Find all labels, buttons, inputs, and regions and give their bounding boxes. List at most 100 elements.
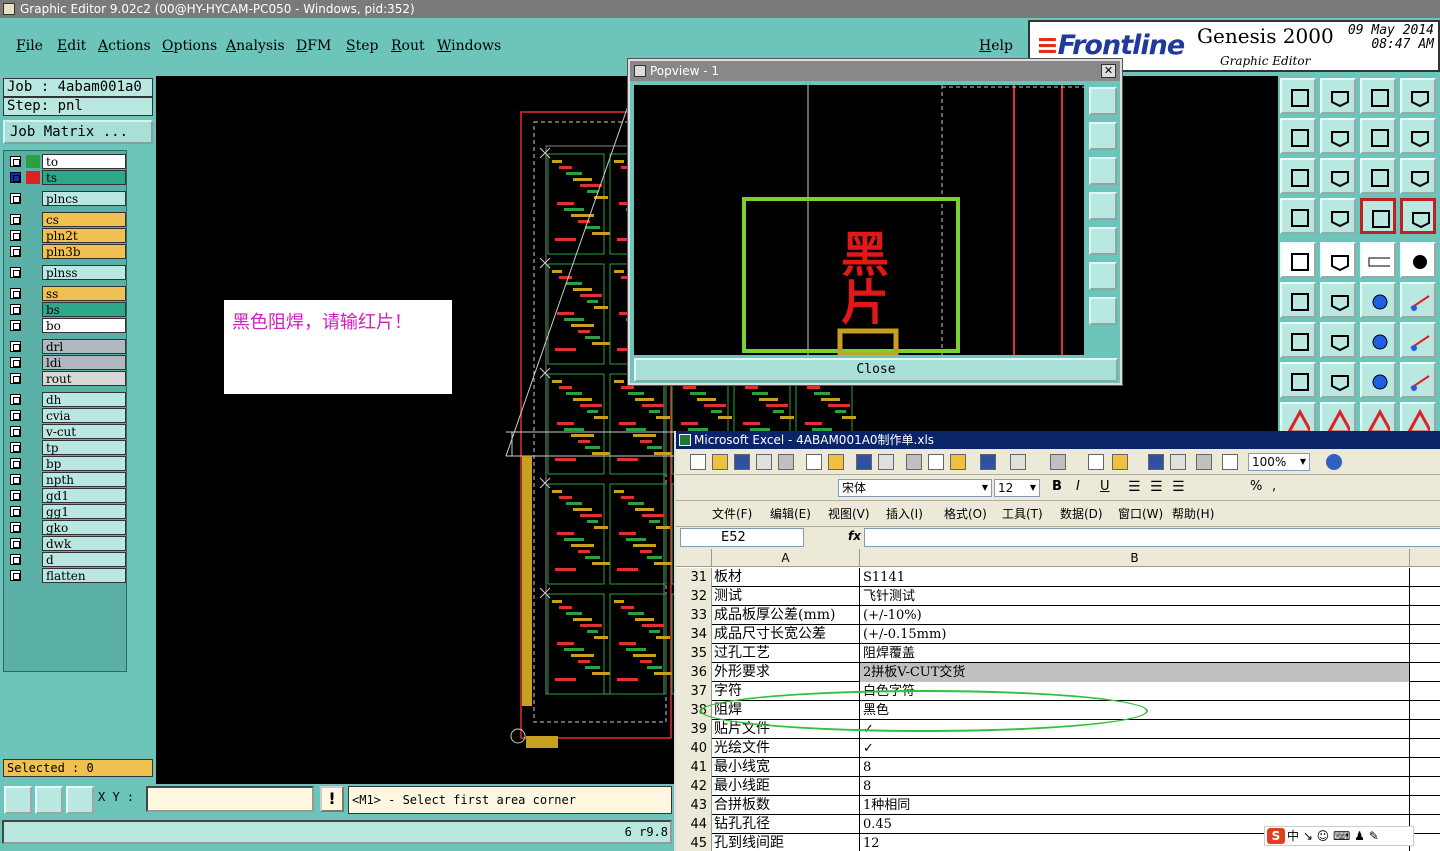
mirror-f-icon[interactable] [1400,322,1436,358]
open-step-icon[interactable] [1280,78,1316,114]
menu-windows[interactable]: Windows [437,38,501,54]
cell-a[interactable]: 成品板厚公差(mm) [712,606,860,625]
zoom-select[interactable]: 100% ▼ [1248,453,1310,471]
cell-b[interactable]: ✓ [860,739,1410,758]
cell-a[interactable]: 板材 [712,568,860,587]
menu-dfm[interactable]: DFM [296,38,331,54]
zoom-box-icon[interactable] [4,786,32,814]
column-header-a[interactable]: A [712,549,860,567]
cell-a[interactable]: 成品尺寸长宽公差 [712,625,860,644]
layer-name[interactable]: plncs [42,191,126,206]
fit-icon[interactable] [1280,158,1316,194]
ruler-icon[interactable] [1360,242,1396,278]
cell-a[interactable]: 最小线宽 [712,758,860,777]
cell-b[interactable]: 8 [860,758,1410,777]
cell-b[interactable]: (+/-10%) [860,606,1410,625]
row-number[interactable]: 35 [676,644,712,663]
research-icon[interactable] [878,454,894,470]
name-box[interactable]: E52 [680,528,804,547]
xy-input[interactable] [146,786,314,812]
menu-rout[interactable]: Rout [391,38,425,54]
select-all-corner[interactable] [676,549,712,567]
layer-checkbox[interactable] [10,442,21,453]
menu-options[interactable]: Options [162,38,217,54]
open-icon[interactable] [712,454,728,470]
cell-a[interactable]: 最小线距 [712,777,860,796]
pan-left-icon[interactable] [1280,118,1316,154]
layer-row-9[interactable]: bo [6,318,126,333]
vector2-icon[interactable] [1400,282,1436,318]
layer-row-1[interactable]: ts [6,170,126,185]
layer-name[interactable]: plnss [42,265,126,280]
autosum-icon[interactable] [1112,454,1128,470]
layer-row-12[interactable]: rout [6,371,126,386]
pv-zoom-in-icon[interactable] [1089,262,1117,290]
excel-menu-5[interactable]: 工具(T) [1002,505,1043,522]
move-icon[interactable] [1320,158,1356,194]
excel-menu-8[interactable]: 帮助(H) [1172,505,1214,522]
layer-name[interactable]: ts [42,170,126,185]
permission-icon[interactable] [756,454,772,470]
pv-pan-up-icon[interactable] [1089,122,1117,150]
align-right-icon[interactable]: ☰ [1172,479,1185,495]
zoom-1to1-icon[interactable] [1360,158,1396,194]
dim-icon[interactable] [1360,362,1396,398]
layer-name[interactable]: gko [42,520,126,535]
layer-name[interactable]: bp [42,456,126,471]
layer-checkbox[interactable] [10,506,21,517]
row-number[interactable]: 45 [676,834,712,851]
hyperlink-icon[interactable] [1088,454,1104,470]
pv-zoom-out-icon[interactable] [1089,297,1117,325]
row-number[interactable]: 43 [676,796,712,815]
layer-name[interactable]: pln3b [42,244,126,259]
layer-checkbox[interactable] [10,458,21,469]
row-number[interactable]: 37 [676,682,712,701]
layer-row-7[interactable]: ss [6,286,126,301]
menu-actions[interactable]: Actions [98,38,151,54]
layer-name[interactable]: bo [42,318,126,333]
layer-row-24[interactable]: flatten [6,568,126,583]
bold-button[interactable]: B [1052,479,1062,494]
rotate-icon[interactable] [1400,118,1436,154]
chart-wizard-icon[interactable] [1196,454,1212,470]
layer-row-4[interactable]: pln2t [6,228,126,243]
layer-name[interactable]: drl [42,339,126,354]
row-number[interactable]: 41 [676,758,712,777]
layer-row-13[interactable]: dh [6,392,126,407]
minus-icon[interactable] [1320,362,1356,398]
layer-row-23[interactable]: d [6,552,126,567]
pv-pan-right-icon[interactable] [1089,227,1117,255]
spelling-icon[interactable] [856,454,872,470]
pv-pan-down-icon[interactable] [1089,157,1117,185]
pv-pan-left-icon[interactable] [1089,192,1117,220]
popview-canvas[interactable]: 黑片 [634,85,1084,355]
layer-row-20[interactable]: gg1 [6,504,126,519]
line-angle-icon[interactable] [1320,242,1356,278]
layer-row-11[interactable]: ldi [6,355,126,370]
layer-checkbox[interactable] [10,320,21,331]
layer-row-22[interactable]: dwk [6,536,126,551]
layer-name[interactable]: cs [42,212,126,227]
layer-checkbox[interactable] [10,288,21,299]
layer-checkbox[interactable] [10,267,21,278]
layer-name[interactable]: tp [42,440,126,455]
add-pad-icon[interactable] [1280,242,1316,278]
layer-name[interactable]: pln2t [42,228,126,243]
layer-row-0[interactable]: to [6,154,126,169]
layer-name[interactable]: dh [42,392,126,407]
align-left-icon[interactable]: ☰ [1128,479,1141,495]
font-size-select[interactable]: 12 ▼ [994,479,1040,497]
copy-icon[interactable] [928,454,944,470]
layer-row-21[interactable]: gko [6,520,126,535]
cut-icon[interactable] [906,454,922,470]
print-icon[interactable] [806,454,822,470]
undo-icon[interactable] [1010,454,1026,470]
menu-file[interactable]: File [16,38,43,54]
layer-name[interactable]: rout [42,371,126,386]
menu-analysis[interactable]: Analysis [226,38,285,54]
cell-a[interactable]: 钻孔孔径 [712,815,860,834]
layer-checkbox[interactable] [10,156,21,167]
new-icon[interactable] [690,454,706,470]
sort-asc-icon[interactable] [1148,454,1164,470]
cross-icon[interactable] [1320,282,1356,318]
